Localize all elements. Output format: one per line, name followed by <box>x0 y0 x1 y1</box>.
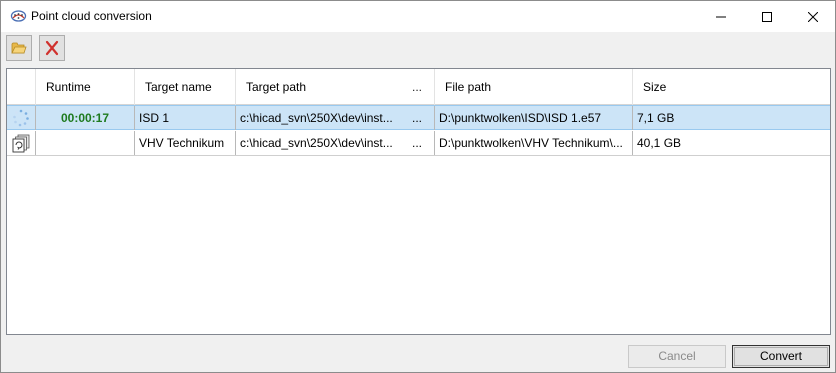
column-header-target-name[interactable]: Target name <box>135 69 236 105</box>
column-header-runtime[interactable]: Runtime <box>36 69 135 105</box>
row-status-cell <box>7 131 36 155</box>
column-header-target-path[interactable]: Target path ... <box>236 69 435 105</box>
target-path-cell: c:\hicad_svn\250X\dev\inst... ... <box>236 106 435 130</box>
target-path-browse[interactable]: ... <box>412 131 422 155</box>
queued-pages-icon <box>12 134 30 153</box>
size-cell: 7,1 GB <box>637 111 675 125</box>
close-icon <box>808 11 818 22</box>
open-button[interactable] <box>6 35 32 61</box>
size-cell: 40,1 GB <box>637 136 682 150</box>
grid-header: Runtime Target name Target path ... File… <box>7 69 830 105</box>
folder-open-icon <box>11 42 27 54</box>
table-row[interactable]: 00:00:17 ISD 1 c:\hicad_svn\250X\dev\ins… <box>7 105 830 130</box>
column-header-file-path[interactable]: File path <box>435 69 633 105</box>
conversion-grid: Runtime Target name Target path ... File… <box>6 68 831 335</box>
title-bar[interactable]: Point cloud conversion <box>1 1 835 32</box>
delete-button[interactable] <box>39 35 65 61</box>
runtime-cell: 00:00:17 <box>36 106 135 130</box>
point-cloud-icon <box>10 9 27 24</box>
runtime-cell <box>36 131 135 155</box>
convert-button[interactable]: Convert <box>732 345 830 368</box>
minimize-icon <box>716 16 726 17</box>
row-status-cell <box>7 106 36 130</box>
column-header-size[interactable]: Size <box>633 69 830 105</box>
loading-spinner-icon <box>13 109 29 127</box>
target-path-text: c:\hicad_svn\250X\dev\inst... <box>240 136 393 150</box>
cancel-button[interactable]: Cancel <box>628 345 726 368</box>
point-cloud-conversion-window: Point cloud conversion Runtime Target na… <box>0 0 836 373</box>
table-row[interactable]: VHV Technikum c:\hicad_svn\250X\dev\inst… <box>7 131 830 156</box>
column-header-more: ... <box>411 80 422 94</box>
target-name-cell: ISD 1 <box>135 106 236 130</box>
file-path-cell: D:\punktwolken\VHV Technikum\... <box>435 131 633 155</box>
delete-x-icon <box>45 40 59 56</box>
file-path-cell: D:\punktwolken\ISD\ISD 1.e57 <box>435 106 633 130</box>
maximize-icon <box>762 11 772 22</box>
target-path-cell: c:\hicad_svn\250X\dev\inst... ... <box>236 131 435 155</box>
window-title: Point cloud conversion <box>31 9 152 23</box>
target-name-cell: VHV Technikum <box>135 131 236 155</box>
target-path-browse[interactable]: ... <box>412 106 422 130</box>
column-header-status[interactable] <box>7 69 36 105</box>
maximize-button[interactable] <box>744 1 790 32</box>
toolbar <box>1 32 835 65</box>
column-header-target-path-label: Target path <box>246 80 307 94</box>
minimize-button[interactable] <box>698 1 744 32</box>
target-path-text: c:\hicad_svn\250X\dev\inst... <box>240 111 393 125</box>
close-button[interactable] <box>790 1 836 32</box>
